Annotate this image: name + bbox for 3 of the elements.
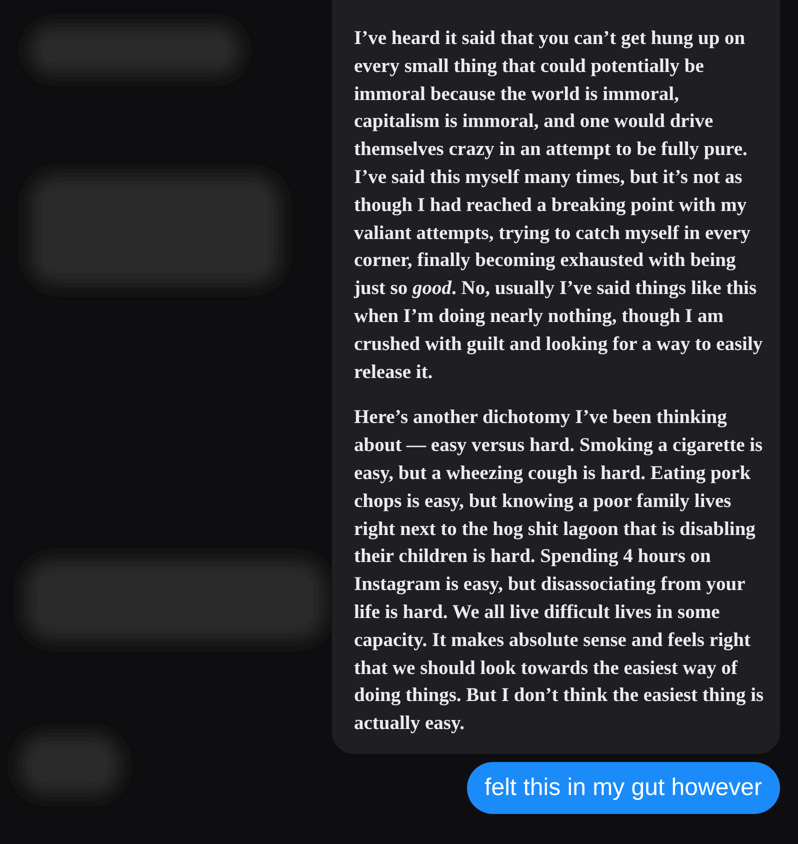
quote-paragraph: I’ve heard it said that you can’t get hung up on every small thing that could potentially be immoral because the world is immoral, capitalism is immoral, and one would drive themselves crazy in an attempt to be fully pure. I’ve said this myself many times, but it’s not as though I had reached a breaking point with my valiant attempts, trying to catch myself in every corner, finally becoming exhausted with being just so good. No, usually I’ve said things like this when I’m doing nearly nothing, though I am crushed with guilt and looking for a way to easily release it. bbox=[354, 27, 764, 385]
quote-paragraph: Here’s another dichotomy I’ve been thinking about — easy versus hard. Smoking a cigarette is easy, but a wheezing cough is hard. Eating pork chops is easy, but knowing a poor family lives right next to the hog shit lagoon that is disabling their children is hard. Spending 4 hours on Instagram is easy, but disassociating from your life is hard. We all live difficult lives in some capacity. It makes absolute sense and feels right that we should look towards the easiest way of doing things. But I don’t think the easiest thing is actually easy. bbox=[354, 406, 765, 736]
message-bubble: felt this in my gut however bbox=[466, 762, 780, 814]
